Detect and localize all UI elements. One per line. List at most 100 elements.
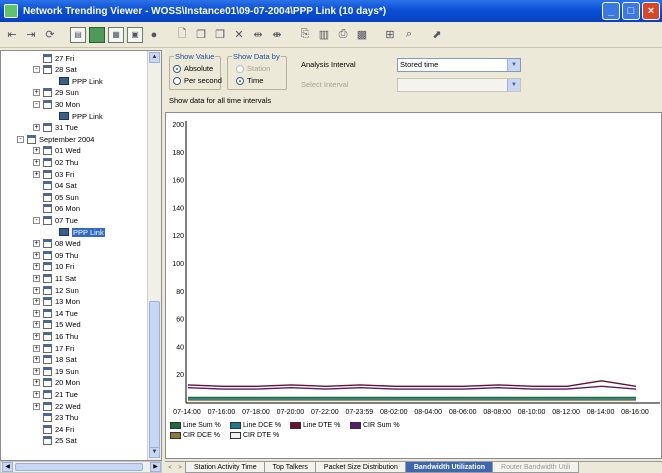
open-icon[interactable]: ❐ (193, 27, 209, 43)
tab-top-talkers[interactable]: Top Talkers (263, 462, 317, 473)
expand-icon[interactable]: + (33, 158, 40, 166)
expand-icon[interactable]: + (33, 356, 40, 364)
export-icon[interactable]: ⬈ (429, 27, 445, 43)
tree-item[interactable]: +31 Tue (33, 123, 78, 133)
title-bar[interactable]: Network Trending Viewer - WOSS\Instance0… (0, 0, 662, 22)
expand-icon[interactable]: + (33, 321, 40, 329)
minimize-button[interactable]: _ (602, 2, 620, 20)
tab-next-icon[interactable]: > (175, 463, 185, 473)
tree-item[interactable]: - 30 Mon (33, 99, 80, 109)
tree-horizontal-scrollbar[interactable]: ◀ ▶ (0, 461, 162, 473)
tree-item[interactable]: 05 Sun (33, 192, 79, 202)
expand-icon[interactable]: + (33, 390, 40, 398)
expand-icon[interactable]: + (33, 263, 40, 271)
view-1-icon[interactable]: ▤ (70, 26, 86, 43)
chart-icon[interactable]: ▩ (354, 27, 370, 43)
print-icon[interactable]: ⎙ (335, 27, 351, 43)
collapse-icon[interactable]: - (17, 135, 24, 143)
absolute-radio[interactable]: Absolute (173, 64, 213, 73)
chevron-down-icon[interactable]: ▼ (507, 79, 520, 91)
station-radio[interactable]: Station (236, 64, 270, 73)
expand-icon[interactable]: + (33, 274, 40, 282)
tree-item[interactable]: +10 Fri (33, 262, 74, 272)
expand-icon[interactable]: + (33, 147, 40, 155)
tree-item[interactable]: +20 Mon (33, 378, 80, 388)
tree-item[interactable]: +02 Thu (33, 157, 78, 167)
tree-item[interactable]: 24 Fri (33, 424, 74, 434)
expand-icon[interactable]: + (33, 124, 40, 132)
expand-icon[interactable]: + (33, 170, 40, 178)
zoom-icon[interactable]: ⊞ (382, 27, 398, 43)
analysis-interval-select[interactable]: Stored time ▼ (397, 58, 521, 72)
scroll-down-icon[interactable]: ▼ (149, 447, 160, 458)
time-radio[interactable]: Time (236, 76, 263, 85)
maximize-button[interactable]: □ (622, 2, 640, 20)
tree-item[interactable]: +21 Tue (33, 389, 78, 399)
expand-icon[interactable]: + (33, 298, 40, 306)
tree-item[interactable]: 27 Fri (33, 53, 74, 63)
tree-item[interactable]: +16 Thu (33, 331, 78, 341)
tree-item[interactable]: +22 Wed (33, 401, 81, 411)
expand-icon[interactable]: + (33, 89, 40, 97)
expand-icon[interactable]: ⇹ (250, 27, 266, 43)
expand-icon[interactable]: + (33, 367, 40, 375)
collapse-icon[interactable]: - (33, 66, 40, 74)
tree-item[interactable]: +13 Mon (33, 297, 80, 307)
back-icon[interactable]: ⇤ (4, 27, 20, 43)
collapse-icon[interactable]: ⇼ (269, 27, 285, 43)
tree-item[interactable]: PPP Link (49, 76, 103, 86)
tree-item[interactable]: +08 Wed (33, 239, 81, 249)
scroll-up-icon[interactable]: ▲ (149, 52, 160, 63)
scroll-left-icon[interactable]: ◀ (2, 462, 13, 472)
tree-vertical-scrollbar[interactable]: ▲ ▼ (147, 51, 161, 460)
tree-item[interactable]: +03 Fri (33, 169, 74, 179)
tab-router-bandwidth-utili[interactable]: Router Bandwidth Utili (492, 462, 580, 473)
tree-item[interactable]: 06 Mon (33, 204, 80, 214)
tree-item[interactable]: +15 Wed (33, 320, 81, 330)
tree-item[interactable]: +12 Sun (33, 285, 79, 295)
tab-packet-size-distribution[interactable]: Packet Size Distribution (314, 462, 407, 473)
view-3-icon[interactable]: ▦ (108, 26, 124, 43)
select-interval-select[interactable]: ▼ (397, 78, 521, 92)
tree-item[interactable]: +01 Wed (33, 146, 81, 156)
tree-item[interactable]: +19 Sun (33, 366, 79, 376)
scroll-thumb-horizontal[interactable] (15, 463, 143, 471)
tree-item[interactable]: +09 Thu (33, 250, 78, 260)
scroll-thumb[interactable] (149, 301, 160, 451)
forward-icon[interactable]: ⇥ (23, 27, 39, 43)
tree-item[interactable]: - September 2004 (17, 134, 94, 144)
tree-item[interactable]: +17 Fri (33, 343, 74, 353)
tree-item[interactable]: PPP Link (49, 111, 103, 121)
expand-icon[interactable]: + (33, 332, 40, 340)
paste-icon[interactable]: ▥ (316, 27, 332, 43)
per-second-radio[interactable]: Per second (173, 76, 222, 85)
tree-item[interactable]: - 07 Tue (33, 215, 78, 225)
scroll-right-icon[interactable]: ▶ (150, 462, 161, 472)
record-icon[interactable]: ● (146, 27, 162, 43)
tree-item[interactable]: +14 Tue (33, 308, 78, 318)
tree-item[interactable]: 23 Thu (33, 413, 78, 423)
expand-icon[interactable]: + (33, 344, 40, 352)
tree-item[interactable]: +18 Sat (33, 355, 77, 365)
tree-item[interactable]: PPP Link (49, 227, 105, 237)
chevron-down-icon[interactable]: ▼ (507, 59, 520, 71)
save-icon[interactable]: ❒ (212, 27, 228, 43)
delete-icon[interactable]: ✕ (231, 27, 247, 43)
expand-icon[interactable]: + (33, 251, 40, 259)
new-icon[interactable]: 🗋 (174, 27, 190, 43)
tree-item[interactable]: +11 Sat (33, 273, 76, 283)
close-button[interactable]: × (642, 2, 660, 20)
expand-icon[interactable]: + (33, 286, 40, 294)
collapse-icon[interactable]: - (33, 100, 40, 108)
expand-icon[interactable]: + (33, 402, 40, 410)
date-tree[interactable]: ▲ ▼ 27 Fri -28 Sat PPP Link +29 Sun -30 Mon P… (0, 50, 162, 461)
view-2-icon[interactable] (89, 26, 105, 43)
find-icon[interactable]: ⌕ (401, 27, 417, 43)
expand-icon[interactable]: + (33, 240, 40, 248)
expand-icon[interactable]: + (33, 309, 40, 317)
tab-prev-icon[interactable]: < (165, 463, 175, 473)
expand-icon[interactable]: + (33, 379, 40, 387)
tree-item[interactable]: +29 Sun (33, 88, 79, 98)
view-4-icon[interactable]: ▣ (127, 26, 143, 43)
refresh-icon[interactable]: ⟳ (42, 27, 58, 43)
